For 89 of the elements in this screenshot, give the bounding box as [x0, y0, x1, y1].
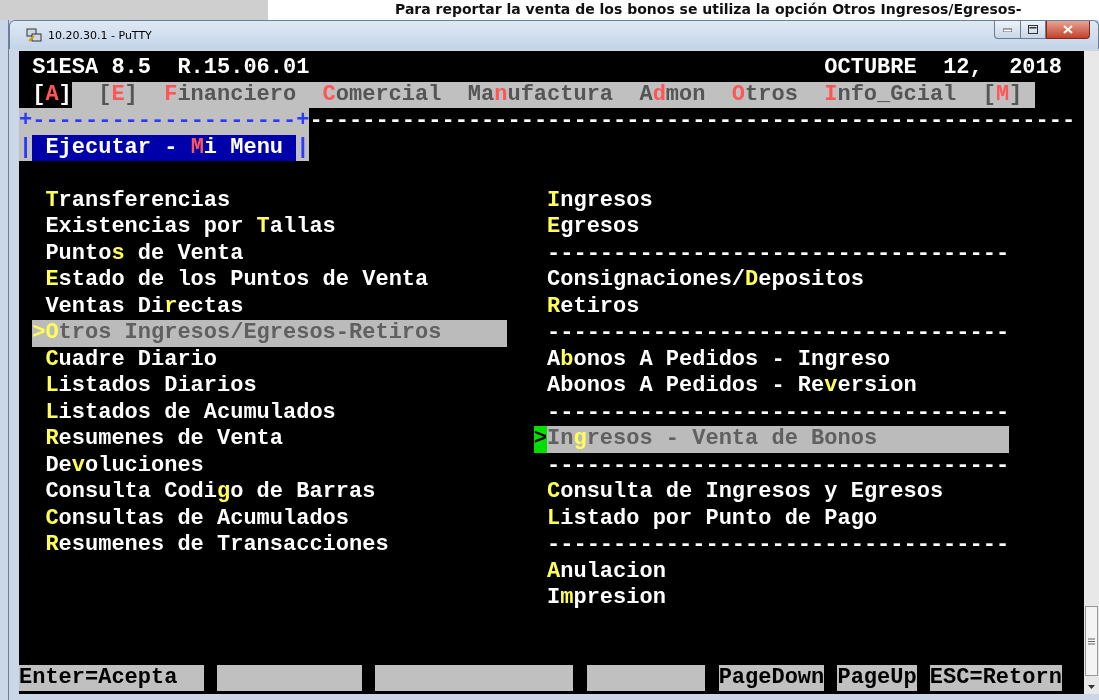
menu-option[interactable]: Existencias por Tallas	[32, 214, 508, 241]
option-label: Otros Ingresos/Egresos-Retiros	[45, 320, 442, 347]
menu-item[interactable]: Otros	[731, 81, 798, 108]
option-label: Cuadre Diario	[45, 346, 217, 373]
document-caption: Para reportar la venta de los bonos se utiliza la opción Otros Ingresos/Egresos-	[395, 0, 1022, 19]
grip-icon	[1088, 637, 1095, 645]
function-key[interactable]: PageUp	[837, 664, 917, 691]
function-key[interactable]: Enter=Acepta	[19, 664, 204, 691]
highlighted-menu-option[interactable]: >Ingresos - Venta de Bonos	[533, 426, 1010, 453]
menu-item[interactable]: Financiero	[164, 81, 297, 108]
menu-item[interactable]: Manufactura	[467, 81, 614, 108]
option-label: Consignaciones/Depositos	[547, 267, 864, 294]
menu-option[interactable]: Listados Diarios	[32, 373, 508, 400]
option-label: Listados de Acumulados	[45, 399, 336, 426]
menu-option[interactable]: Consultas de Acumulados	[32, 505, 508, 532]
menu-item[interactable]: [E]	[98, 81, 138, 108]
option-label: Ingresos	[547, 187, 653, 214]
menu-option[interactable]: Consulta Codigo de Barras	[32, 479, 508, 506]
option-label: Listados Diarios	[45, 373, 257, 400]
option-label: Existencias por Tallas	[45, 214, 336, 241]
menu-option[interactable]: Resumenes de Venta	[32, 426, 508, 453]
function-key[interactable]: PageDown	[718, 664, 825, 691]
maximize-icon	[1028, 25, 1038, 34]
option-label: Impresion	[547, 585, 666, 612]
option-label: Egresos	[547, 214, 640, 241]
menu-option[interactable]: Listado por Punto de Pago	[533, 505, 1010, 532]
close-button[interactable]	[1046, 21, 1090, 39]
option-label: Consulta de Ingresos y Egresos	[547, 479, 944, 506]
menu-option[interactable]: Estado de los Puntos de Venta	[32, 267, 508, 294]
box-edge-text: |	[19, 134, 33, 161]
submenu-title: Ejecutar - Mi Menu	[32, 134, 297, 161]
option-label: Resumenes de Transacciones	[45, 532, 389, 559]
menu-item[interactable]: [A]	[32, 81, 72, 108]
menu-item[interactable]: [M]	[982, 81, 1023, 108]
option-label: Ventas Directas	[45, 293, 244, 320]
menu-option[interactable]: Ingresos	[533, 187, 1010, 214]
menu-option[interactable]: Puntos de Venta	[32, 240, 508, 267]
menu-option[interactable]: Consignaciones/Depositos	[533, 267, 1010, 294]
terminal-app-icon	[26, 27, 42, 43]
menu-option[interactable]: Ventas Directas	[32, 293, 508, 320]
function-key[interactable]: ESC=Retorn	[929, 664, 1062, 691]
option-label: Transferencias	[45, 187, 231, 214]
dashed-separator-text: -----------------------------------	[547, 532, 1010, 559]
menu-option[interactable]: Consulta de Ingresos y Egresos	[533, 479, 1010, 506]
option-label: Abonos A Pedidos - Reversion	[547, 373, 917, 400]
menu-option[interactable]: Listados de Acumulados	[32, 399, 508, 426]
cursor-pointer: >	[32, 320, 46, 347]
option-label: Devoluciones	[45, 452, 204, 479]
dashed-rule-text: ----------------------------------------------------------	[309, 108, 1076, 135]
scrollbar[interactable]	[1084, 51, 1099, 694]
option-label: Retiros	[547, 293, 640, 320]
close-icon	[1063, 25, 1073, 34]
option-label: Consulta Codigo de Barras	[45, 479, 376, 506]
minimize-icon	[1003, 27, 1012, 32]
box-edge-text: |	[296, 134, 310, 161]
menu-option[interactable]: Retiros	[533, 293, 1010, 320]
box-border-text: +--------------------+	[19, 108, 310, 135]
option-label: Listado por Punto de Pago	[547, 505, 878, 532]
menu-option[interactable]: Anulacion	[533, 558, 1010, 585]
dashed-separator-text: -----------------------------------	[547, 240, 1010, 267]
menu-item[interactable]: Admon	[639, 81, 706, 108]
option-label: Anulacion	[547, 558, 666, 585]
option-label: Abonos A Pedidos - Ingreso	[547, 346, 891, 373]
menu-item[interactable]: Comercial	[322, 81, 442, 108]
maximize-button[interactable]	[1020, 21, 1046, 39]
dashed-separator-text: -----------------------------------	[547, 452, 1010, 479]
menu-option[interactable]: Resumenes de Transacciones	[32, 532, 508, 559]
system-version: S1ESA 8.5 R.15.06.01	[32, 55, 310, 82]
date-text: OCTUBRE 12, 2018	[824, 55, 1062, 82]
cursor-pointer: >	[533, 426, 548, 453]
menu-item[interactable]: Info_Gcial	[824, 81, 957, 108]
scroll-down-arrow-icon[interactable]	[1088, 685, 1095, 689]
menu-option[interactable]: Abonos A Pedidos - Ingreso	[533, 346, 1010, 373]
minimize-button[interactable]	[994, 21, 1020, 39]
dashed-separator-text: -----------------------------------	[547, 320, 1010, 347]
menu-option[interactable]: Egresos	[533, 214, 1010, 241]
window-title: 10.20.30.1 - PuTTY	[48, 28, 153, 42]
option-label: Puntos de Venta	[45, 240, 244, 267]
option-label: Resumenes de Venta	[45, 426, 283, 453]
menu-option[interactable]: Cuadre Diario	[32, 346, 508, 373]
dashed-separator-text: -----------------------------------	[547, 399, 1010, 426]
scrollbar-thumb[interactable]	[1085, 606, 1098, 676]
option-label: Ingresos - Venta de Bonos	[547, 426, 878, 453]
menu-option[interactable]: Impresion	[533, 585, 1010, 612]
option-label: Consultas de Acumulados	[45, 505, 350, 532]
menu-option[interactable]: Transferencias	[32, 187, 508, 214]
option-label: Estado de los Puntos de Venta	[45, 267, 429, 294]
menu-option[interactable]: Devoluciones	[32, 452, 508, 479]
menu-option[interactable]: Abonos A Pedidos - Reversion	[533, 373, 1010, 400]
